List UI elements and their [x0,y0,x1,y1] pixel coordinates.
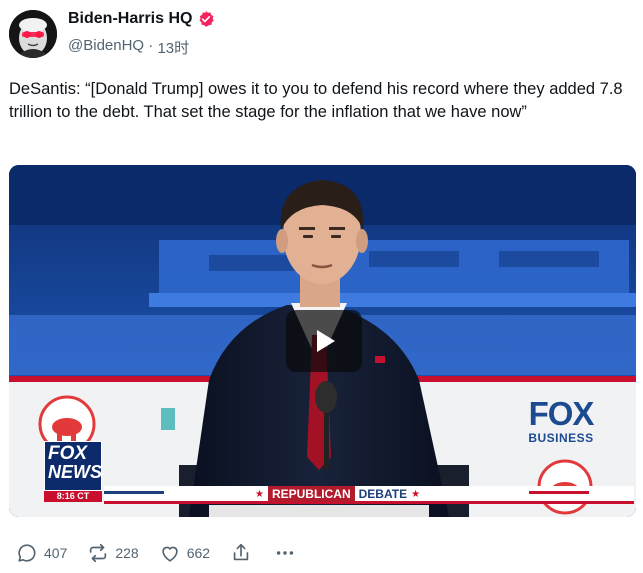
handle[interactable]: @BidenHQ [68,37,144,58]
share-button[interactable] [230,542,252,564]
post[interactable]: Biden-Harris HQ @BidenHQ · 13时 DeSantis:… [0,0,643,573]
post-text: DeSantis: “[Donald Trump] owes it to you… [9,80,623,121]
verified-badge-icon [197,10,215,28]
reply-count: 407 [44,545,68,561]
play-button[interactable] [286,310,362,372]
banner-debate: DEBATE [358,487,408,501]
repost-icon [90,543,107,563]
post-actions: 407 228 662 [16,541,296,565]
repost-count: 228 [115,545,139,561]
banner-star-left: ★ [255,488,264,500]
fox-business-logo: FOX BUSINESS [513,397,609,447]
meta-separator: · [144,37,158,54]
debate-banner: ★ REPUBLICAN DEBATE ★ [255,486,420,502]
author-meta-row: @BidenHQ · 13时 [68,37,189,58]
fox-news-bottom-text: NEWS [48,462,102,482]
fox-business-top-text: FOX [528,395,595,432]
display-name[interactable]: Biden-Harris HQ [68,10,192,28]
more-button[interactable] [274,542,296,564]
banner-star-right: ★ [411,488,421,500]
avatar[interactable] [9,10,57,58]
video-player[interactable]: FOX NEWS 8:16 CT FOX BUSINESS ★ REPUBLIC… [9,165,636,517]
play-icon [317,330,335,352]
broadcast-clock: 8:16 CT [44,491,102,502]
avatar-laser-eyes-icon [9,10,57,58]
share-icon [233,543,249,561]
author-name-row: Biden-Harris HQ [68,10,215,28]
fox-news-logo: FOX NEWS 8:16 CT [44,441,104,502]
more-icon [276,551,294,555]
like-button[interactable]: 662 [159,542,210,564]
reply-icon [18,544,36,562]
reply-button[interactable]: 407 [16,542,67,564]
repost-button[interactable]: 228 [87,542,139,564]
post-time[interactable]: 13时 [157,37,189,58]
fox-business-bottom-text: BUSINESS [528,431,594,445]
like-count: 662 [186,545,211,561]
banner-republican: REPUBLICAN [267,486,355,502]
like-icon [162,546,178,562]
